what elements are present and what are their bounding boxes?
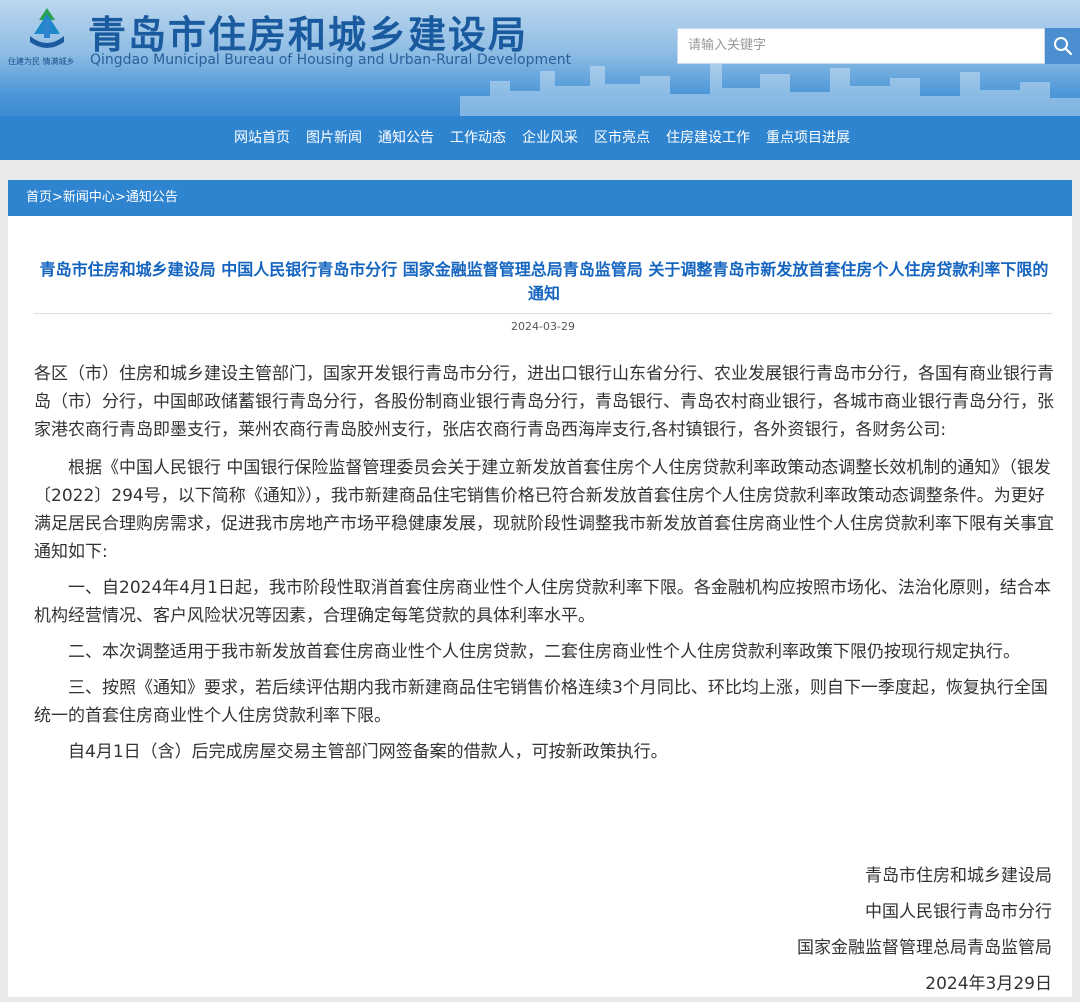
breadcrumb-bar: 首页>新闻中心>通知公告 (8, 180, 1072, 216)
article-paragraph: 一、自2024年4月1日起，我市阶段性取消首套住房商业性个人住房贷款利率下限。各… (34, 578, 1051, 626)
nav-item-notices[interactable]: 通知公告 (370, 116, 442, 160)
nav-item-housing-work[interactable]: 住房建设工作 (658, 116, 758, 160)
nav-item-work-updates[interactable]: 工作动态 (442, 116, 514, 160)
nav-item-district-highlights[interactable]: 区市亮点 (586, 116, 658, 160)
breadcrumb-separator: > (114, 190, 126, 205)
search-input[interactable]: 请输入关键字 (677, 28, 1045, 64)
article-title: 青岛市住房和城乡建设局 中国人民银行青岛市分行 国家金融监督管理总局青岛监管局 … (39, 260, 1049, 303)
search-icon (1054, 37, 1073, 56)
nav-item-key-projects[interactable]: 重点项目进展 (758, 116, 858, 160)
nav-item-enterprise[interactable]: 企业风采 (514, 116, 586, 160)
breadcrumb-current[interactable]: 通知公告 (126, 190, 178, 205)
signature-org-housing-bureau: 青岛市住房和城乡建设局 (865, 866, 1052, 886)
signature-block: 青岛市住房和城乡建设局 中国人民银行青岛市分行 国家金融监督管理总局青岛监管局 … (797, 858, 1052, 1002)
nav-item-photo-news[interactable]: 图片新闻 (298, 116, 370, 160)
logo-slogan: 住建为民 情满城乡 (8, 57, 75, 66)
signature-org-financial-regulator: 国家金融监督管理总局青岛监管局 (797, 938, 1052, 958)
content-card: 首页>新闻中心>通知公告 青岛市住房和城乡建设局 中国人民银行青岛市分行 国家金… (8, 180, 1072, 997)
search-button[interactable] (1045, 28, 1080, 64)
nav-item-home[interactable]: 网站首页 (226, 116, 298, 160)
breadcrumb: 首页>新闻中心>通知公告 (26, 180, 178, 216)
main-nav: 网站首页 图片新闻 通知公告 工作动态 企业风采 区市亮点 住房建设工作 重点项… (0, 116, 1080, 160)
breadcrumb-home[interactable]: 首页 (26, 190, 52, 205)
nav-items: 网站首页 图片新闻 通知公告 工作动态 企业风采 区市亮点 住房建设工作 重点项… (226, 116, 858, 160)
emblem-icon (30, 8, 64, 48)
article-paragraph: 三、按照《通知》要求，若后续评估期内我市新建商品住宅销售价格连续3个月同比、环比… (34, 678, 1048, 726)
breadcrumb-news-center[interactable]: 新闻中心 (63, 190, 115, 205)
article-paragraph: 根据《中国人民银行 中国银行保险监督管理委员会关于建立新发放首套住房个人住房贷款… (34, 458, 1054, 562)
site-subtitle: Qingdao Municipal Bureau of Housing and … (90, 52, 572, 68)
article-date: 2024-03-29 (511, 320, 575, 333)
article-paragraph: 各区（市）住房和城乡建设主管部门，国家开发银行青岛市分行，进出口银行山东省分行、… (34, 364, 1054, 440)
signature-org-pboc-branch: 中国人民银行青岛市分行 (865, 902, 1052, 922)
article-paragraph: 自4月1日（含）后完成房屋交易主管部门网签备案的借款人，可按新政策执行。 (68, 742, 668, 762)
breadcrumb-separator: > (52, 190, 63, 205)
site-header: 住建为民 情满城乡 青岛市住房和城乡建设局 Qingdao Municipal … (0, 0, 1080, 116)
title-divider (34, 313, 1052, 314)
site-title: 青岛市住房和城乡建设局 (88, 13, 529, 57)
article-body: 各区（市）住房和城乡建设主管部门，国家开发银行青岛市分行，进出口银行山东省分行、… (34, 360, 1054, 774)
article-paragraph: 二、本次调整适用于我市新发放首套住房商业性个人住房贷款，二套住房商业性个人住房贷… (68, 642, 1020, 662)
